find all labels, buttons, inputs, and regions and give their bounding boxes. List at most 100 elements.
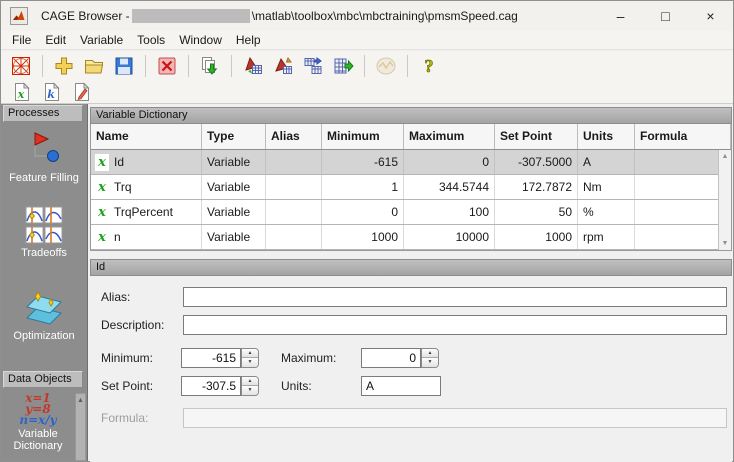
minimize-button[interactable]: –: [598, 1, 643, 31]
minimum-field[interactable]: [181, 348, 241, 368]
close-button[interactable]: ×: [688, 1, 733, 31]
stepper-down-icon[interactable]: ▼: [242, 358, 258, 367]
cell-formula: [635, 225, 719, 249]
sidebar-item-feature-filling[interactable]: Feature Filling: [1, 130, 87, 184]
column-header-set-point: Set Point: [495, 124, 578, 149]
help-icon[interactable]: ?: [416, 53, 442, 79]
cell-alias: [266, 200, 322, 224]
cell-alias: [266, 225, 322, 249]
column-header-formula: Formula: [635, 124, 731, 149]
import-data-icon[interactable]: [197, 53, 223, 79]
set-point-field[interactable]: [181, 376, 241, 396]
scroll-up-icon[interactable]: ▲: [76, 397, 85, 404]
cell-formula: [635, 150, 719, 174]
column-header-type: Type: [202, 124, 266, 149]
maximize-button[interactable]: □: [643, 1, 688, 31]
cell-set-point: 172.7872: [495, 175, 578, 199]
sidebar-item-variable-dictionary[interactable]: x=1 y=8 n=x/y Variable Dictionary: [1, 392, 75, 452]
table-row[interactable]: xn Variable 1000 10000 1000 rpm: [91, 225, 719, 250]
set-point-label: Set Point:: [101, 379, 154, 393]
sidebar-scrollbar[interactable]: ▲: [75, 393, 86, 461]
compare-disabled-icon: [373, 53, 399, 79]
new-formula-icon[interactable]: [70, 82, 94, 103]
table-scrollbar[interactable]: ▲ ▼: [718, 150, 731, 250]
variable-details-panel: Id Alias: Description: Minimum: ▲ ▼ Maxi…: [90, 259, 732, 462]
open-project-icon[interactable]: [81, 53, 107, 79]
column-header-units: Units: [578, 124, 635, 149]
svg-text:?: ?: [425, 56, 434, 76]
units-label: Units:: [281, 379, 312, 393]
minimum-stepper[interactable]: ▲ ▼: [241, 348, 259, 368]
panel-title: Variable Dictionary: [90, 107, 732, 124]
menu-file[interactable]: File: [5, 32, 38, 48]
cell-name: n: [114, 230, 121, 244]
redacted-path-segment: [131, 9, 250, 23]
variable-x-icon: x: [95, 203, 109, 221]
menu-variable[interactable]: Variable: [73, 32, 130, 48]
import-calibration-icon[interactable]: [240, 53, 266, 79]
new-variable-icon[interactable]: x: [10, 82, 34, 103]
alias-field[interactable]: [183, 287, 727, 307]
vd-icon-line: n=x/y: [19, 413, 57, 427]
toolbar-separator: [364, 55, 365, 77]
window-title-path: \matlab\toolbox\mbc\mbctraining\pmsmSpee…: [251, 9, 518, 23]
sidebar-item-optimization[interactable]: Optimization: [1, 288, 87, 342]
export-table-icon[interactable]: [330, 53, 356, 79]
toolbar-separator: [145, 55, 146, 77]
cage-browser-window: CAGE Browser - \matlab\toolbox\mbc\mbctr…: [0, 0, 734, 462]
toolbar-main: ?: [1, 51, 733, 81]
svg-text:k: k: [47, 88, 55, 101]
feature-filling-icon: [24, 130, 64, 170]
description-field[interactable]: [183, 315, 727, 335]
menu-help[interactable]: Help: [229, 32, 268, 48]
table-row[interactable]: x Trq Variable 1 344.5744 172.7872 Nm: [91, 175, 719, 200]
variable-x-icon: x: [95, 228, 109, 246]
cell-name: TrqPercent: [114, 205, 173, 219]
toolbar-secondary: x k: [1, 81, 733, 104]
stepper-up-icon[interactable]: ▲: [242, 349, 258, 358]
stepper-up-icon[interactable]: ▲: [422, 349, 438, 358]
new-constant-icon[interactable]: k: [40, 82, 64, 103]
cell-formula: [635, 175, 719, 199]
variable-table: Name Type Alias Minimum Maximum Set Poin…: [90, 124, 732, 251]
delete-item-icon[interactable]: [154, 53, 180, 79]
cell-minimum: 0: [322, 200, 404, 224]
new-item-icon[interactable]: [51, 53, 77, 79]
title-bar[interactable]: CAGE Browser - \matlab\toolbox\mbc\mbctr…: [1, 1, 733, 31]
menu-window[interactable]: Window: [172, 32, 229, 48]
toolbar-separator: [407, 55, 408, 77]
stepper-down-icon[interactable]: ▼: [422, 358, 438, 367]
alias-label: Alias:: [101, 290, 131, 304]
sidebar-item-tradeoffs[interactable]: Tradeoffs: [1, 205, 87, 259]
copy-calibration-icon[interactable]: [300, 53, 326, 79]
set-point-stepper[interactable]: ▲ ▼: [241, 376, 259, 396]
menu-tools[interactable]: Tools: [130, 32, 172, 48]
cell-minimum: 1: [322, 175, 404, 199]
export-calibration-icon[interactable]: [270, 53, 296, 79]
cell-maximum: 10000: [404, 225, 495, 249]
toolbar-separator: [231, 55, 232, 77]
cell-formula: [635, 200, 719, 224]
scroll-up-icon[interactable]: ▲: [719, 153, 731, 160]
scroll-down-icon[interactable]: ▼: [719, 240, 731, 247]
cell-name: Id: [114, 155, 125, 169]
stepper-up-icon[interactable]: ▲: [242, 377, 258, 386]
table-row[interactable]: x TrqPercent Variable 0 100 50 %: [91, 200, 719, 225]
cell-set-point: 1000: [495, 225, 578, 249]
cell-set-point: 50: [495, 200, 578, 224]
cage-home-icon[interactable]: [8, 53, 34, 79]
table-row[interactable]: x Id Variable -615 0 -307.5000 A: [91, 150, 719, 175]
formula-field: [183, 408, 727, 428]
stepper-down-icon[interactable]: ▼: [242, 386, 258, 395]
units-field[interactable]: [361, 376, 441, 396]
table-header-row: Name Type Alias Minimum Maximum Set Poin…: [91, 124, 731, 150]
details-panel-title: Id: [90, 259, 732, 276]
save-project-icon[interactable]: [111, 53, 137, 79]
cell-maximum: 344.5744: [404, 175, 495, 199]
window-title-prefix: CAGE Browser -: [41, 9, 130, 23]
minimum-label: Minimum:: [101, 351, 154, 365]
menu-edit[interactable]: Edit: [38, 32, 73, 48]
cell-type: Variable: [202, 200, 266, 224]
maximum-field[interactable]: [361, 348, 421, 368]
maximum-stepper[interactable]: ▲ ▼: [421, 348, 439, 368]
